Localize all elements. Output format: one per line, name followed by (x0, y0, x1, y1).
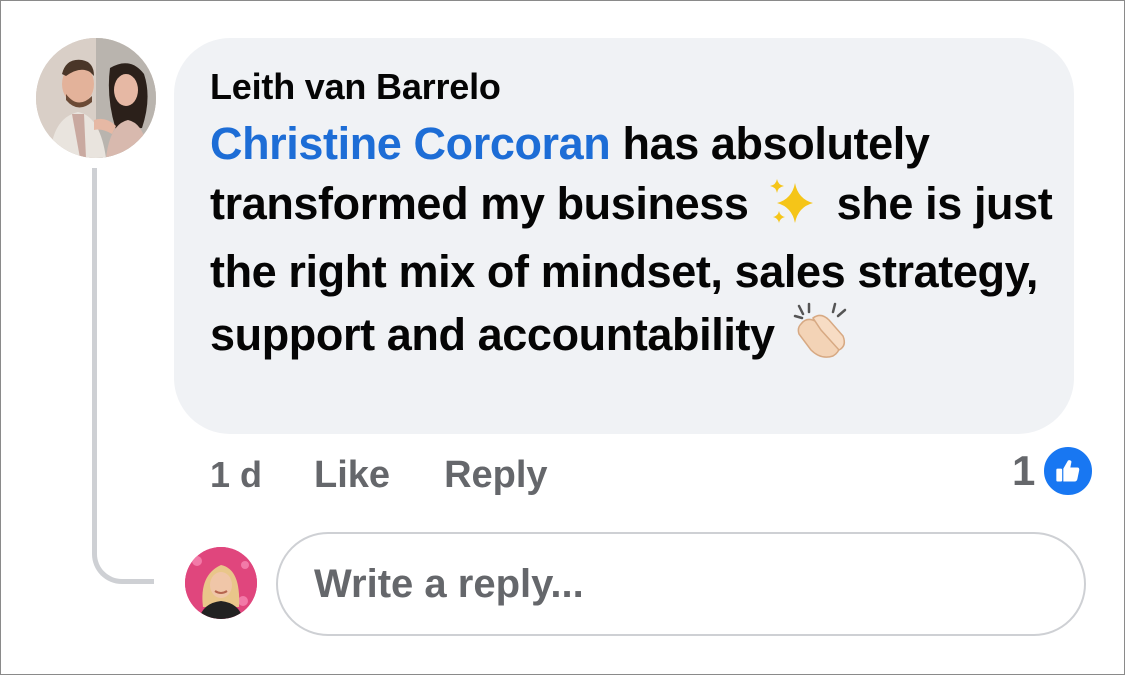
reply-input[interactable]: Write a reply... (276, 532, 1086, 636)
reply-button[interactable]: Reply (444, 454, 547, 497)
reaction-summary[interactable]: 1 (1012, 444, 1096, 498)
sparkles-icon (765, 177, 821, 242)
comment-author-name[interactable]: Leith van Barrelo (210, 66, 501, 108)
thumbs-up-icon (1041, 444, 1096, 498)
current-user-avatar (185, 547, 257, 619)
reply-thread-line (92, 168, 154, 584)
clapping-hands-icon (791, 302, 849, 373)
reply-input-placeholder: Write a reply... (314, 561, 584, 606)
user-photo-icon (185, 547, 257, 619)
commenter-avatar[interactable] (36, 38, 156, 158)
comment-text: Christine Corcoran has absolutely transf… (210, 114, 1060, 373)
comment-timestamp[interactable]: 1 d (210, 454, 262, 496)
reaction-count: 1 (1012, 447, 1036, 494)
mention-link[interactable]: Christine Corcoran (210, 118, 611, 169)
like-button[interactable]: Like (314, 454, 390, 497)
couple-photo-icon (36, 38, 156, 158)
comment-actions: 1 d Like Reply (210, 450, 602, 500)
